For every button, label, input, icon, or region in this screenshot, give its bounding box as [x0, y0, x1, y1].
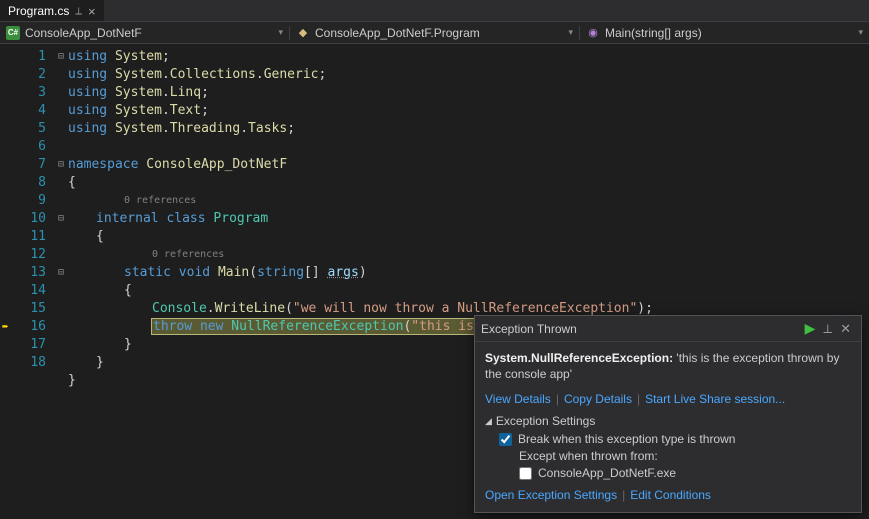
open-exception-settings-link[interactable]: Open Exception Settings — [485, 488, 617, 502]
continue-icon[interactable]: ▶ — [801, 320, 820, 337]
except-item-checkbox[interactable]: ConsoleApp_DotNetF.exe — [519, 466, 851, 480]
file-tab[interactable]: Program.cs ⟂ × — [0, 0, 104, 21]
close-icon[interactable]: × — [88, 4, 96, 19]
nav-bar: C# ConsoleApp_DotNetF ▾ ◆ ConsoleApp_Dot… — [0, 22, 869, 44]
exception-type: System.NullReferenceException: — [485, 351, 673, 365]
close-popup-icon[interactable]: ✕ — [836, 321, 855, 337]
except-item-label: ConsoleApp_DotNetF.exe — [538, 466, 676, 480]
break-when-checkbox[interactable]: Break when this exception type is thrown — [499, 432, 851, 446]
copy-details-link[interactable]: Copy Details — [564, 392, 632, 406]
nav-class-label: ConsoleApp_DotNetF.Program — [315, 26, 480, 40]
except-item-input[interactable] — [519, 467, 532, 480]
breakpoint-gutter[interactable]: ➨ — [0, 44, 18, 519]
expander-icon: ◢ — [485, 416, 492, 427]
method-icon: ◉ — [586, 26, 600, 40]
break-when-label: Break when this exception type is thrown — [518, 432, 735, 446]
popup-header: Exception Thrown ▶ ⟂ ✕ — [475, 316, 861, 342]
csharp-project-icon: C# — [6, 26, 20, 40]
live-share-link[interactable]: Start Live Share session... — [645, 392, 785, 406]
popup-title: Exception Thrown — [481, 322, 801, 336]
settings-label: Exception Settings — [496, 414, 595, 428]
nav-class[interactable]: ◆ ConsoleApp_DotNetF.Program ▾ — [290, 26, 580, 40]
tab-label: Program.cs — [8, 4, 69, 18]
exception-popup: Exception Thrown ▶ ⟂ ✕ System.NullRefere… — [474, 315, 862, 513]
exception-settings-header[interactable]: ◢ Exception Settings — [485, 414, 851, 428]
pin-icon[interactable]: ⟂ — [75, 6, 82, 17]
nav-method-label: Main(string[] args) — [605, 26, 702, 40]
popup-links: View Details|Copy Details|Start Live Sha… — [485, 392, 851, 406]
nav-project-label: ConsoleApp_DotNetF — [25, 26, 142, 40]
view-details-link[interactable]: View Details — [485, 392, 551, 406]
class-icon: ◆ — [296, 26, 310, 40]
chevron-down-icon: ▾ — [278, 27, 283, 38]
edit-conditions-link[interactable]: Edit Conditions — [630, 488, 711, 502]
fold-column[interactable]: ⊟⊟⊟⊟ — [54, 44, 68, 519]
chevron-down-icon: ▾ — [568, 27, 573, 38]
nav-method[interactable]: ◉ Main(string[] args) ▾ — [580, 26, 869, 40]
exception-message: System.NullReferenceException: 'this is … — [485, 350, 851, 382]
line-numbers: 123456789101112131415161718 — [18, 44, 54, 519]
except-when-label: Except when thrown from: — [519, 449, 851, 463]
chevron-down-icon: ▾ — [858, 27, 863, 38]
break-when-input[interactable] — [499, 433, 512, 446]
nav-project[interactable]: C# ConsoleApp_DotNetF ▾ — [0, 26, 290, 40]
pin-popup-icon[interactable]: ⟂ — [819, 321, 836, 337]
tab-bar: Program.cs ⟂ × — [0, 0, 869, 22]
popup-bottom-links: Open Exception Settings|Edit Conditions — [485, 488, 851, 502]
